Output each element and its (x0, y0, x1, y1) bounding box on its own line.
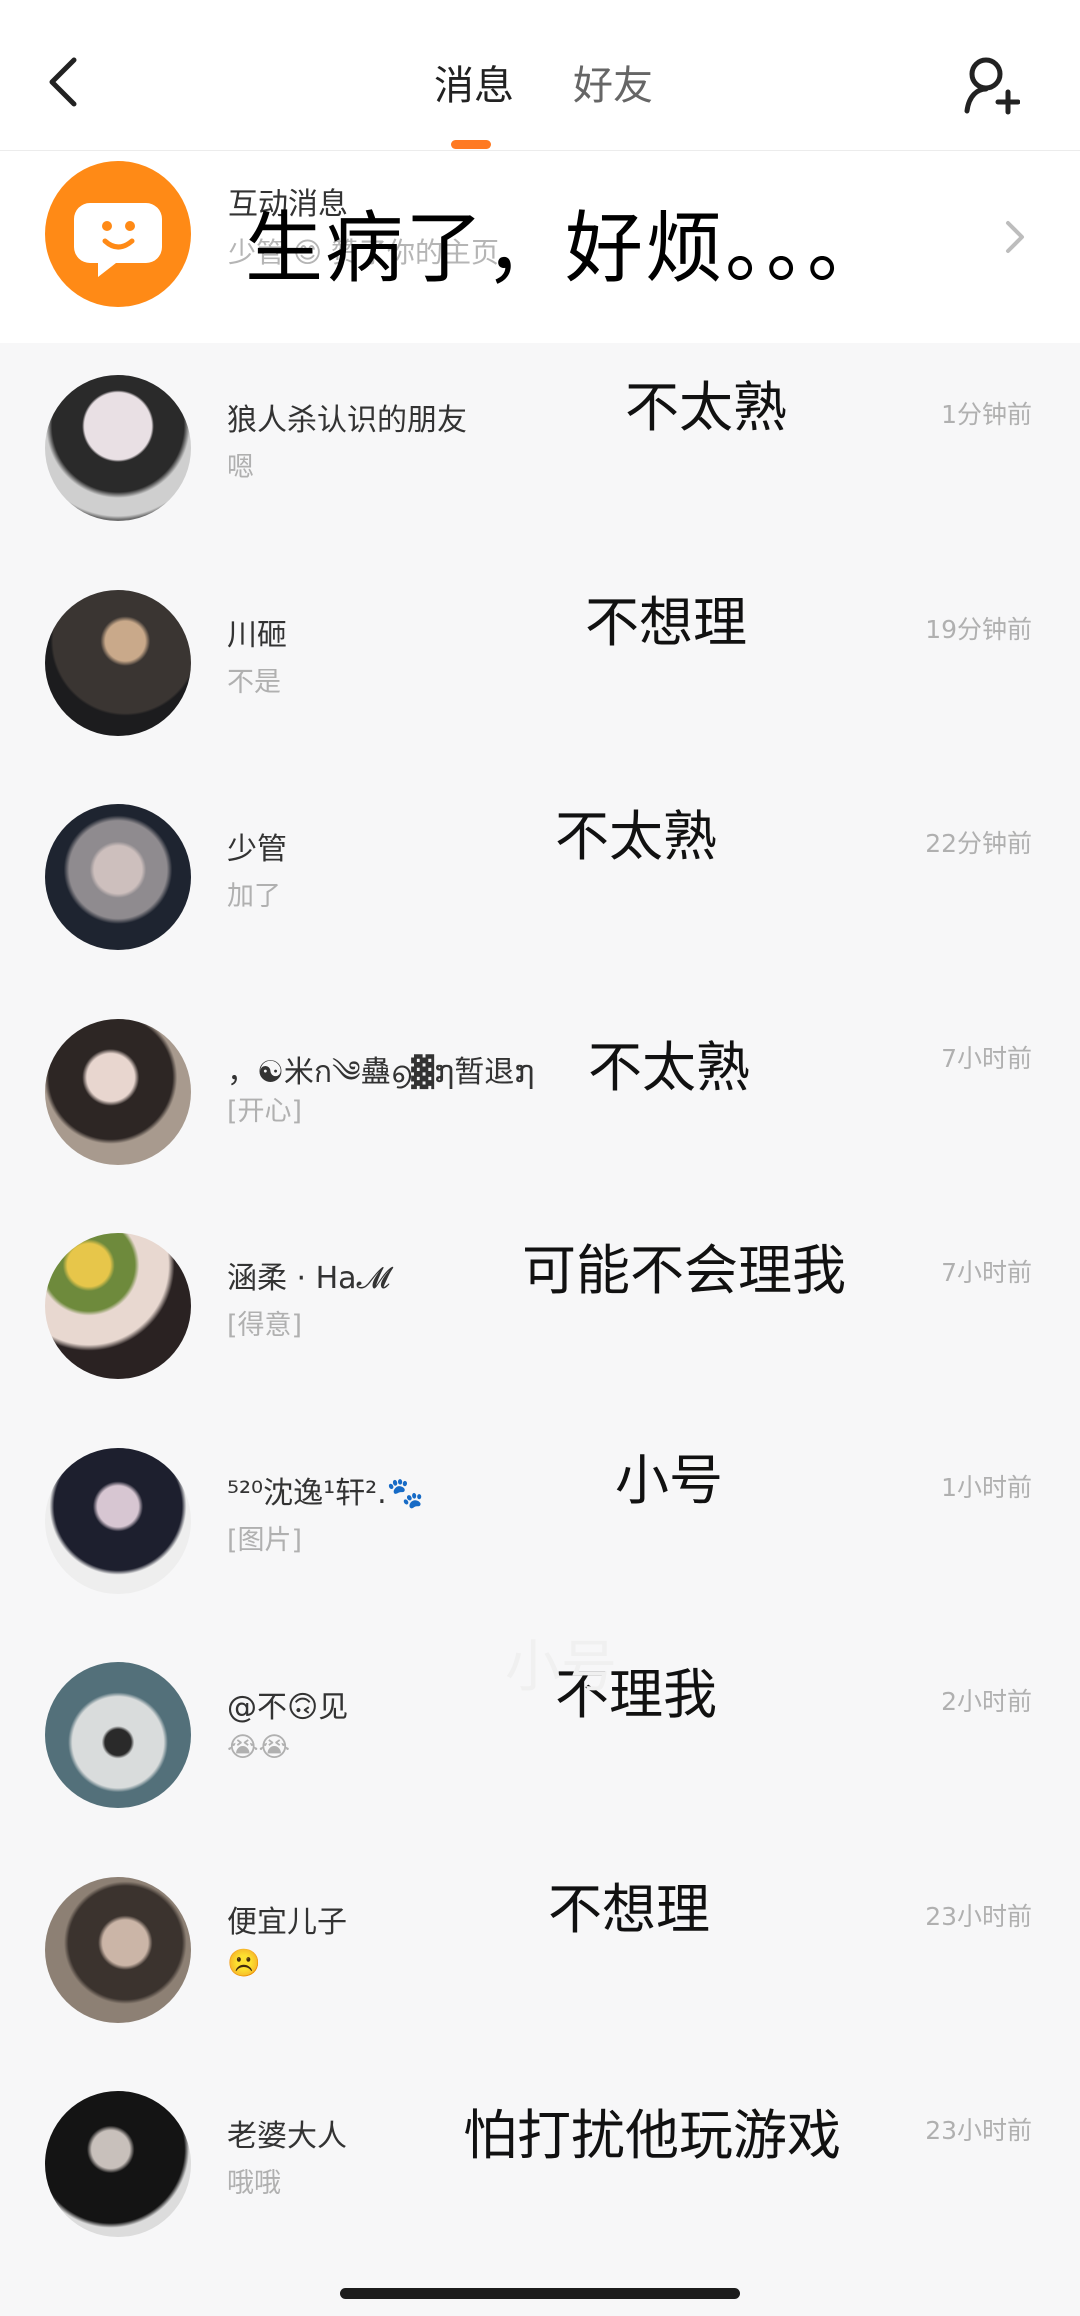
home-indicator (340, 2288, 740, 2299)
avatar[interactable] (45, 1233, 191, 1379)
avatar[interactable] (45, 1662, 191, 1808)
tab-friends[interactable]: 好友 (573, 58, 653, 114)
annotation-text: 不想理 (585, 590, 747, 654)
message-time: 19分钟前 (925, 614, 1032, 644)
message-preview: 😭😭 (227, 1732, 291, 1763)
conversation-row[interactable]: 川砸 不是 19分钟前 不想理 (0, 558, 1080, 773)
avatar[interactable] (45, 589, 191, 736)
conversation-row[interactable]: 涵柔 · Ha𝓜 [得意] 7小时前 可能不会理我 (0, 1201, 1080, 1416)
watermark: 小号 (505, 1635, 617, 1700)
active-tab-indicator (451, 140, 491, 149)
avatar[interactable] (45, 2091, 191, 2237)
message-time: 7小时前 (941, 1258, 1032, 1287)
message-time: 22分钟前 (925, 829, 1032, 858)
message-preview: 加了 (227, 881, 281, 912)
contact-name: ⁵²⁰沈逸¹轩².🐾 (227, 1475, 425, 1511)
annotation-text: 怕打扰他玩游戏 (463, 2104, 841, 2167)
message-preview: 嗯 (227, 452, 254, 483)
message-preview: ☹️ (227, 1947, 261, 1979)
contact-name: 少管 (227, 832, 287, 867)
annotation-text: 不太熟 (555, 805, 717, 868)
chevron-left-icon[interactable] (40, 52, 90, 112)
message-time: 23小时前 (925, 2116, 1032, 2145)
message-preview: 哦哦 (227, 2168, 281, 2199)
avatar[interactable] (45, 375, 191, 521)
conversation-row[interactable]: 少管 加了 22分钟前 不太熟 (0, 772, 1080, 987)
message-time: 7小时前 (941, 1043, 1032, 1073)
avatar[interactable] (45, 1876, 191, 2023)
avatar[interactable] (45, 1018, 191, 1165)
message-preview: [开心] (227, 1095, 303, 1127)
message-time: 2小时前 (941, 1687, 1032, 1716)
message-preview: [得意] (227, 1310, 303, 1341)
annotation-text: 不太熟 (588, 1035, 750, 1099)
contact-name: @不🙃见 (227, 1690, 349, 1725)
chevron-right-icon (1006, 221, 1024, 253)
message-time: 23小时前 (925, 1901, 1032, 1931)
message-preview: [图片] (227, 1524, 303, 1556)
annotation-text: 不太熟 (625, 376, 787, 439)
add-user-icon[interactable] (962, 55, 1020, 117)
top-nav-bar: 消息 好友 (0, 0, 1080, 151)
avatar[interactable] (45, 804, 191, 950)
conversation-row[interactable]: ⁵²⁰沈逸¹轩².🐾 [图片] 1小时前 小号 (0, 1416, 1080, 1631)
annotation-text: 小号 (615, 1448, 723, 1512)
annotation-text: 可能不会理我 (522, 1239, 846, 1302)
contact-name: 川砸 (227, 617, 287, 653)
message-preview: 不是 (227, 666, 281, 698)
conversation-list: 狼人杀认识的朋友 嗯 1分钟前 不太熟 川砸 不是 19分钟前 不想理 少管 加… (0, 343, 1080, 2274)
message-time: 1小时前 (941, 1472, 1032, 1502)
tab-messages[interactable]: 消息 (434, 58, 514, 114)
avatar[interactable] (45, 1447, 191, 1594)
conversation-row[interactable]: 便宜儿子 ☹️ 23小时前 不想理 (0, 1845, 1080, 2060)
conversation-row[interactable]: 老婆大人 哦哦 23小时前 怕打扰他玩游戏 (0, 2059, 1080, 2274)
chat-bubble-smile-icon (45, 161, 191, 307)
annotation-text: 不想理 (548, 1877, 710, 1941)
overlay-caption: 生病了，好烦。。。 (245, 204, 888, 294)
contact-name: 便宜儿子 (227, 1904, 347, 1940)
conversation-row[interactable]: 狼人杀认识的朋友 嗯 1分钟前 不太熟 (0, 343, 1080, 558)
contact-name: 涵柔 · Ha𝓜 (227, 1261, 391, 1296)
contact-name: 狼人杀认识的朋友 (227, 403, 467, 438)
interactive-messages-row[interactable]: 互动消息 少管 😊 赞了你的主页 生病了，好烦。。。 (0, 151, 1080, 343)
message-time: 1分钟前 (941, 400, 1032, 429)
conversation-row[interactable]: ，☯米ก༄蠱൭▓໗暂退໗ [开心] 7小时前 不太熟 (0, 987, 1080, 1202)
contact-name: 老婆大人 (227, 2119, 347, 2154)
